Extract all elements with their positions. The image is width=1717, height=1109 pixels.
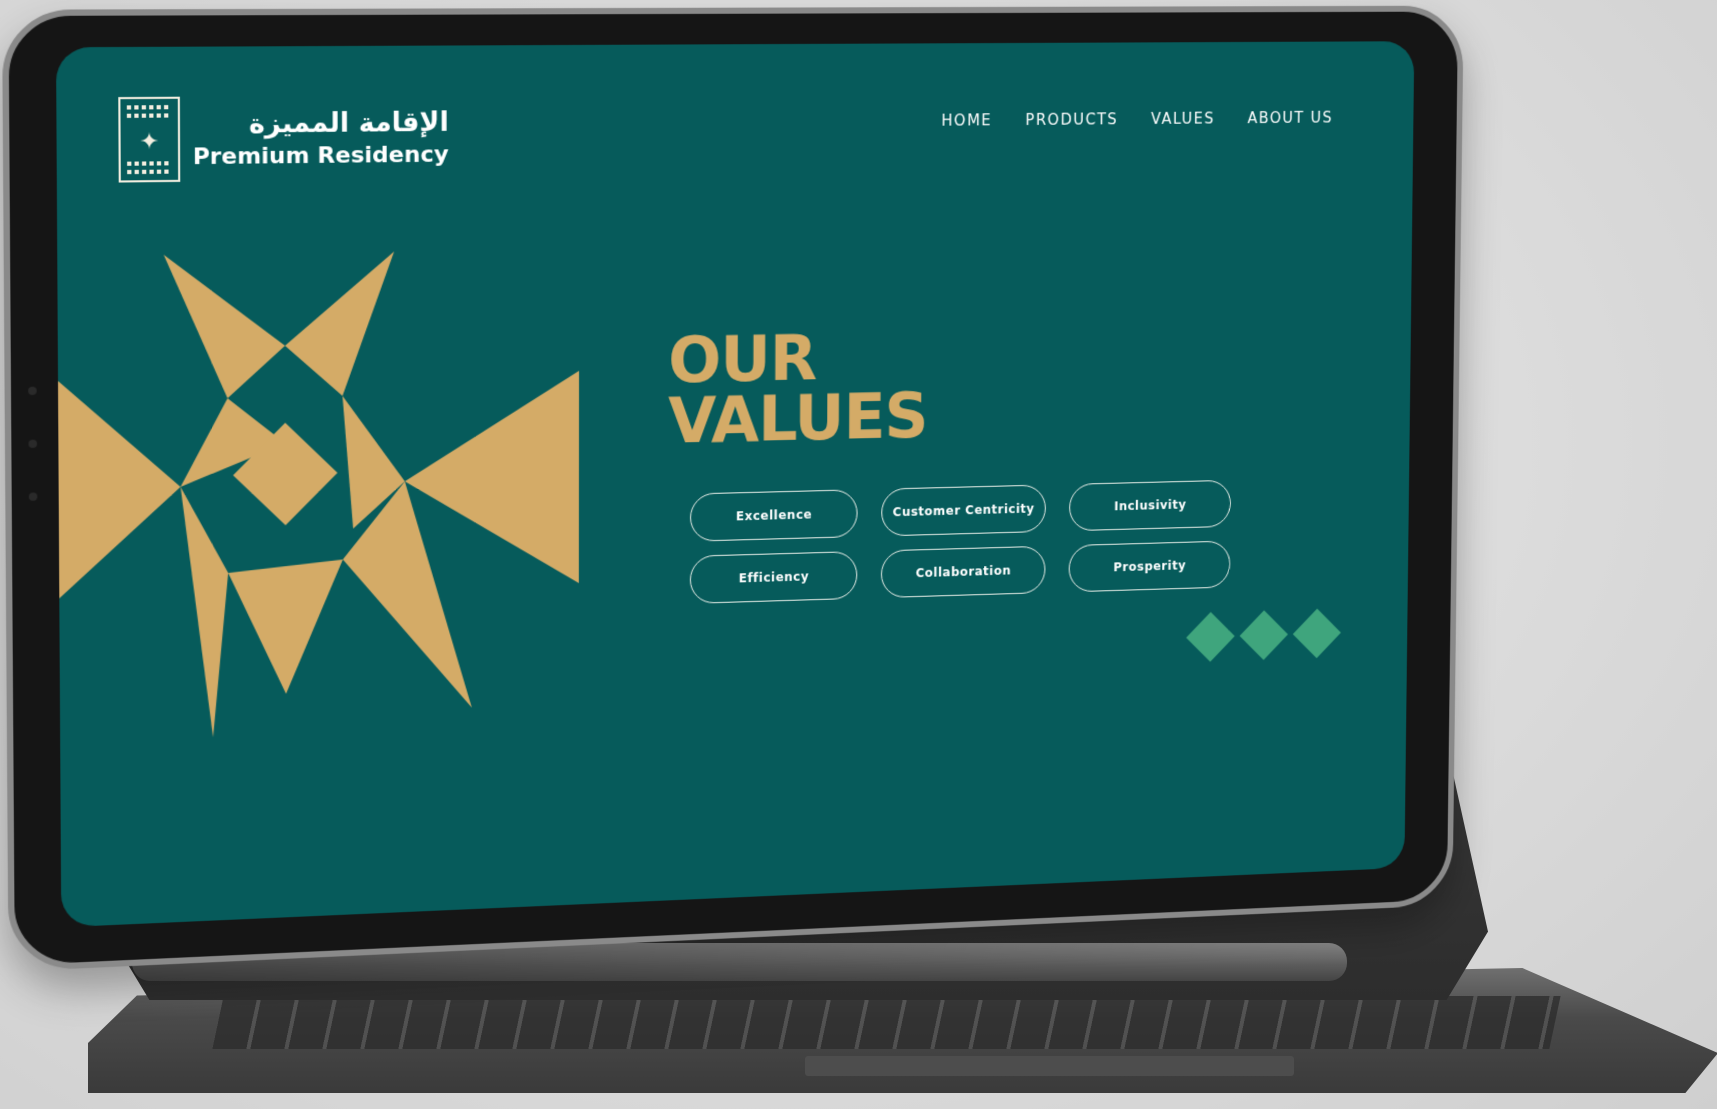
section-title: OUR VALUES (668, 321, 928, 458)
nav-about-us[interactable]: ABOUT US (1247, 109, 1333, 127)
device-mockup-scene: ✦ الإقامة المميزة Premium Residency HOME… (0, 0, 1717, 1109)
brand-name-arabic: الإقامة المميزة (248, 106, 449, 140)
tablet-bezel: ✦ الإقامة المميزة Premium Residency HOME… (2, 5, 1464, 972)
geometric-pattern-icon (58, 251, 580, 739)
diamond-shape (1239, 610, 1288, 660)
brand-logo[interactable]: ✦ الإقامة المميزة Premium Residency (118, 95, 449, 183)
pattern-triangle-right (404, 370, 580, 589)
pattern-triangle-left (58, 378, 182, 599)
top-navigation: HOME PRODUCTS VALUES ABOUT US (941, 109, 1333, 130)
pattern-triangle-bottom-mid (228, 559, 344, 696)
section-title-line2: VALUES (668, 378, 928, 458)
value-pill-efficiency[interactable]: Efficiency (689, 551, 858, 604)
brand-name: الإقامة المميزة Premium Residency (193, 107, 449, 170)
nav-values[interactable]: VALUES (1151, 110, 1215, 128)
nav-home[interactable]: HOME (941, 111, 992, 129)
pattern-triangle-top (284, 251, 395, 398)
value-pill-prosperity[interactable]: Prosperity (1068, 540, 1231, 593)
trackpad (805, 1055, 1295, 1076)
nav-products[interactable]: PRODUCTS (1025, 110, 1118, 129)
diamond-shape (1292, 608, 1341, 659)
website-screen: ✦ الإقامة المميزة Premium Residency HOME… (55, 41, 1415, 928)
diamond-shape (1186, 612, 1235, 662)
value-pill-collaboration[interactable]: Collaboration (880, 545, 1046, 599)
saudi-emblem-icon: ✦ (118, 96, 181, 183)
diamond-row-icon (1185, 607, 1341, 663)
value-pill-excellence[interactable]: Excellence (689, 489, 858, 542)
brand-name-english: Premium Residency (192, 141, 449, 170)
pattern-triangle-bottom-left (180, 485, 229, 739)
side-buttons (28, 386, 38, 501)
pattern-triangle-top-left (163, 253, 286, 400)
keyboard-keys (212, 995, 1561, 1048)
value-pill-inclusivity[interactable]: Inclusivity (1068, 479, 1232, 532)
value-pill-customer-centricity[interactable]: Customer Centricity (881, 484, 1047, 537)
values-list: Excellence Customer Centricity Inclusivi… (689, 479, 1232, 604)
